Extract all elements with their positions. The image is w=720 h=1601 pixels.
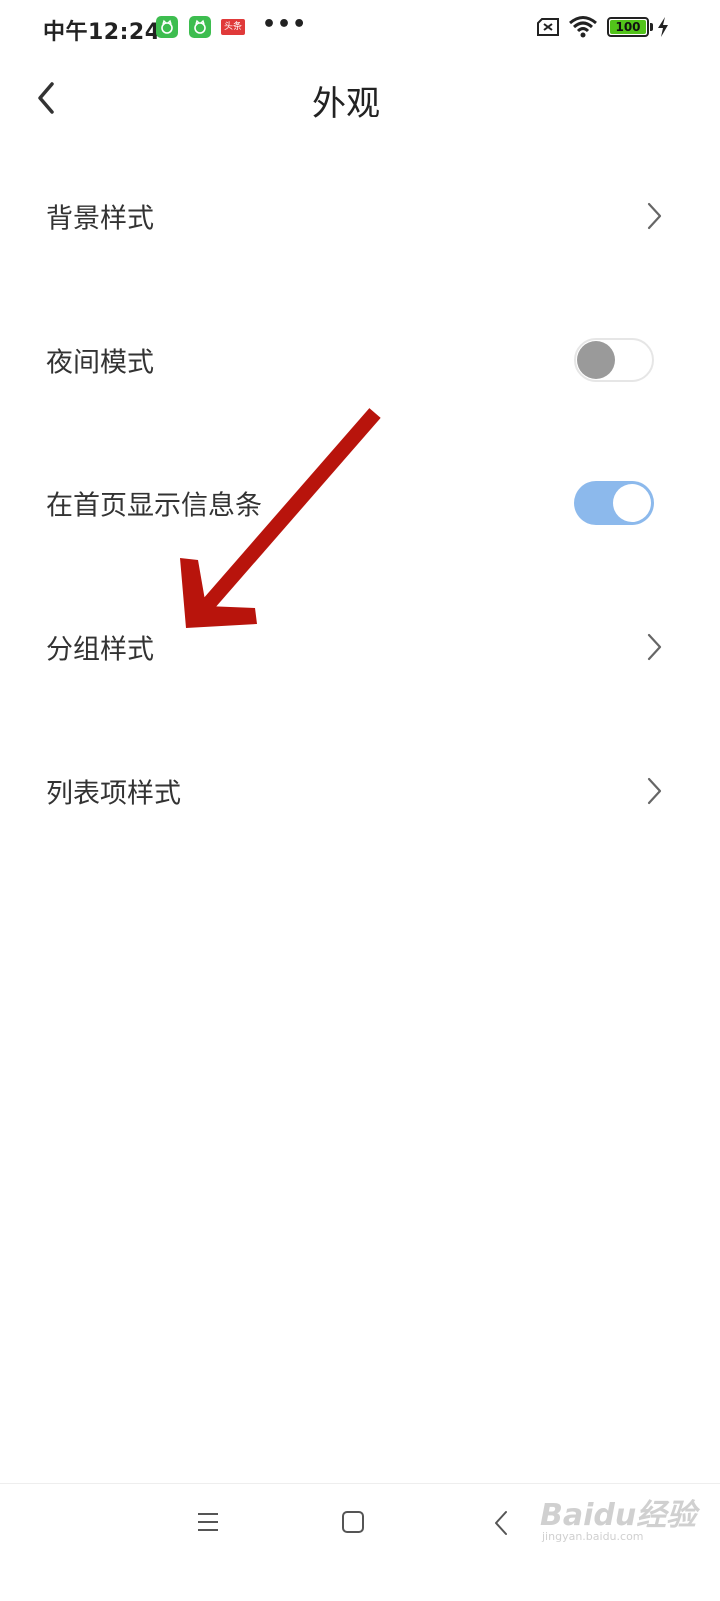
no-sim-icon xyxy=(536,18,560,40)
settings-row-background-style[interactable]: 背景样式 xyxy=(0,144,720,288)
row-label: 背景样式 xyxy=(46,203,154,235)
news-app-icon: 头条 xyxy=(221,19,245,35)
header: 外观 xyxy=(0,60,720,136)
battery-icon: 100 xyxy=(607,17,649,37)
battery-level: 100 xyxy=(615,20,641,34)
more-notifications-icon: ••• xyxy=(262,12,308,37)
settings-row-list-item-style[interactable]: 列表项样式 xyxy=(0,719,720,863)
settings-row-show-info-bar: 在首页显示信息条 xyxy=(0,431,720,575)
back-nav-icon[interactable] xyxy=(490,1510,514,1536)
settings-row-night-mode: 夜间模式 xyxy=(0,288,720,432)
status-time: 中午12:24 xyxy=(43,20,161,45)
cat-app-icon-2 xyxy=(189,16,211,38)
toggle-knob xyxy=(577,341,615,379)
wifi-icon xyxy=(568,15,598,43)
page-title: 外观 xyxy=(312,84,380,124)
row-label: 分组样式 xyxy=(46,634,154,666)
settings-row-group-style[interactable]: 分组样式 xyxy=(0,575,720,719)
chevron-right-icon xyxy=(647,633,662,661)
status-bar: 中午12:24 头条 ••• 100 xyxy=(0,0,720,56)
battery-tip xyxy=(650,23,653,31)
row-label: 夜间模式 xyxy=(46,347,154,379)
menu-icon[interactable] xyxy=(196,1510,220,1534)
home-icon[interactable] xyxy=(341,1510,365,1534)
watermark-main: Baidu经验 xyxy=(540,1498,697,1533)
row-label: 列表项样式 xyxy=(46,778,181,810)
info-bar-toggle[interactable] xyxy=(574,481,654,525)
cat-app-icon xyxy=(156,16,178,38)
chevron-right-icon xyxy=(647,777,662,805)
row-label: 在首页显示信息条 xyxy=(46,490,262,522)
chevron-right-icon xyxy=(647,202,662,230)
toggle-knob xyxy=(613,484,651,522)
night-mode-toggle[interactable] xyxy=(574,338,654,382)
charging-bolt-icon xyxy=(656,16,670,42)
baidu-watermark: Baidu经验 jingyan.baidu.com xyxy=(540,1490,696,1543)
